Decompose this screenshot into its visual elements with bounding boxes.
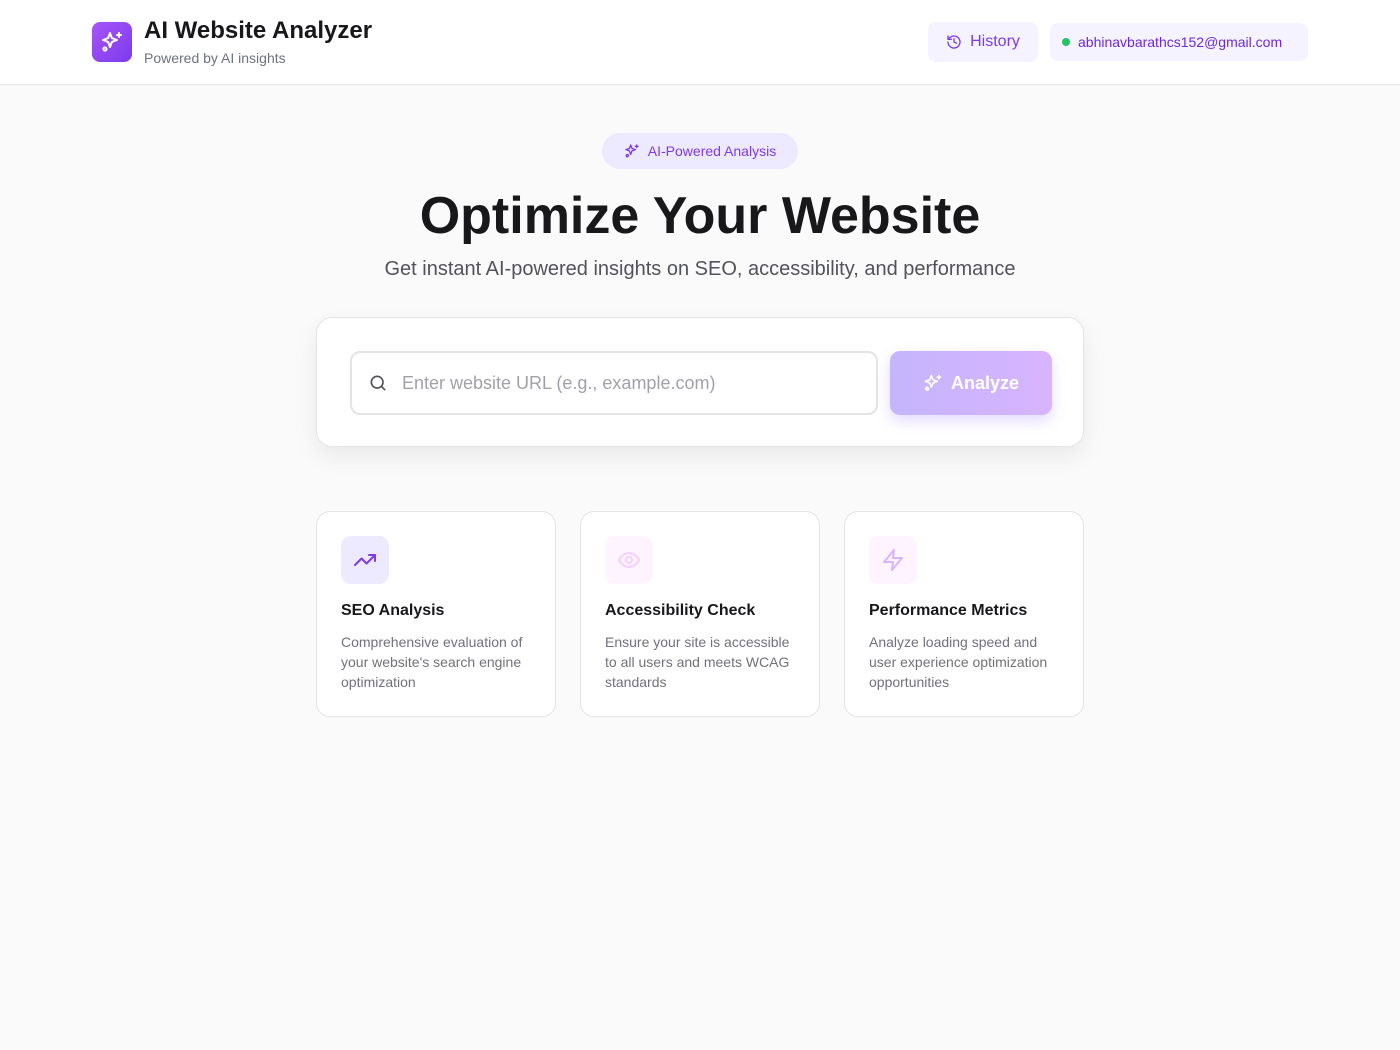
feature-title: SEO Analysis <box>341 602 445 619</box>
feature-description: Comprehensive evaluation of your website… <box>341 634 523 690</box>
analyze-button[interactable]: Analyze <box>890 351 1052 415</box>
history-button-label: History <box>970 33 1020 50</box>
ai-powered-badge: AI-Powered Analysis <box>602 133 798 169</box>
sparkles-icon <box>625 144 639 158</box>
history-icon <box>947 35 961 49</box>
user-account-chip[interactable]: abhinavbarathcs152@gmail.com <box>1050 23 1308 61</box>
feature-description: Analyze loading speed and user experienc… <box>869 634 1048 690</box>
app-subtitle: Powered by AI insights <box>144 50 286 66</box>
sparkles-icon <box>924 374 942 391</box>
feature-icon-box <box>341 536 389 584</box>
sparkles-icon <box>102 32 122 52</box>
badge-label: AI-Powered Analysis <box>647 143 777 159</box>
feature-icon-box <box>869 536 917 584</box>
eye-icon <box>618 552 640 568</box>
app-title: AI Website Analyzer <box>144 17 373 44</box>
analyze-button-label: Analyze <box>950 372 1020 393</box>
url-field[interactable] <box>350 351 878 415</box>
user-email: abhinavbarathcs152@gmail.com <box>1078 34 1283 50</box>
online-status-dot <box>1062 38 1070 46</box>
url-input[interactable] <box>402 353 876 413</box>
app-logo <box>92 22 132 62</box>
feature-card-accessibility: Accessibility Check Ensure your site is … <box>580 511 820 717</box>
feature-card-performance: Performance Metrics Analyze loading spee… <box>844 511 1084 717</box>
feature-title: Performance Metrics <box>869 602 1028 619</box>
trending-up-icon <box>354 554 376 566</box>
feature-icon-box <box>605 536 653 584</box>
history-button[interactable]: History <box>928 22 1038 62</box>
search-icon <box>370 375 386 391</box>
app-header: AI Website Analyzer Powered by AI insigh… <box>0 0 1400 85</box>
feature-card-seo: SEO Analysis Comprehensive evaluation of… <box>316 511 556 717</box>
page-subtitle: Get instant AI-powered insights on SEO, … <box>384 258 1016 280</box>
feature-description: Ensure your site is accessible to all us… <box>605 634 790 690</box>
url-search-card: Analyze <box>316 317 1084 447</box>
zap-icon <box>883 549 903 571</box>
feature-title: Accessibility Check <box>605 602 756 619</box>
page-title: Optimize Your Website <box>419 187 981 245</box>
